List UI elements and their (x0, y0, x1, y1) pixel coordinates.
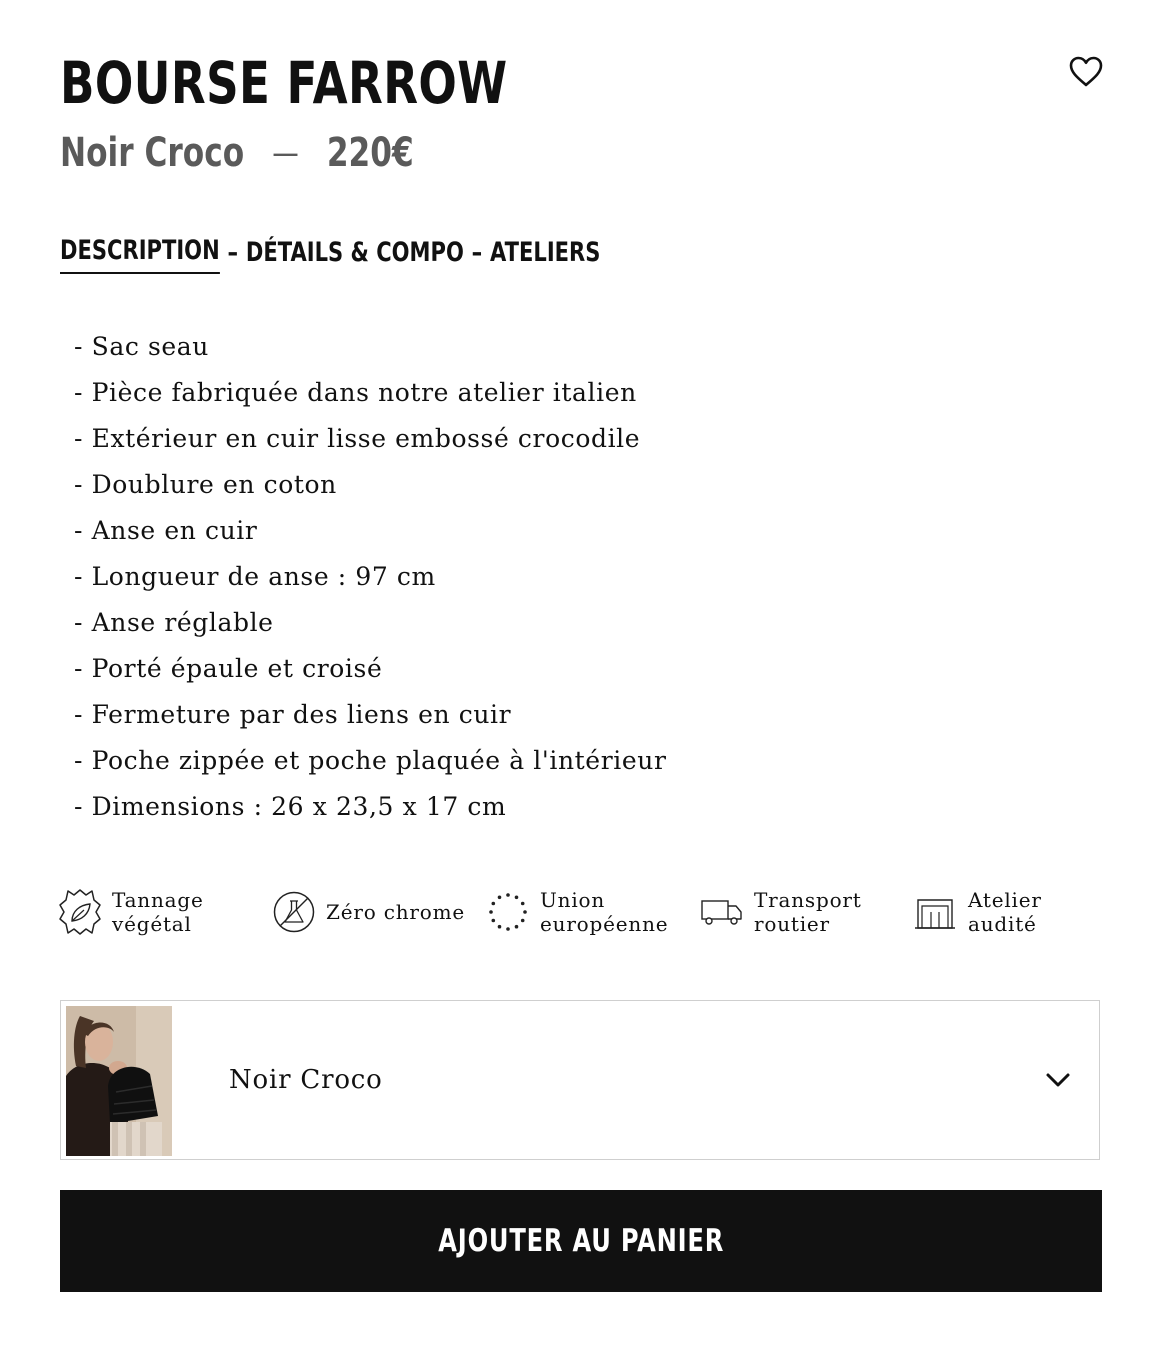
feature-badges: Tannage végétal Zéro chrome Union europé… (58, 884, 1118, 940)
feature-line: audité (968, 912, 1037, 936)
feature-line: Union (540, 888, 606, 912)
tab-description[interactable]: DESCRIPTION (60, 235, 220, 274)
feature-vegetable-tanning: Tannage végétal (58, 884, 204, 940)
tab-details-compo[interactable]: DÉTAILS & COMPO (246, 237, 464, 274)
feature-audited-workshop: Atelier audité (914, 884, 1042, 940)
description-item: - Poche zippée et poche plaquée à l'inté… (74, 746, 667, 775)
description-item: - Porté épaule et croisé (74, 654, 383, 683)
description-item: - Fermeture par des liens en cuir (74, 700, 512, 729)
description-item: - Dimensions : 26 x 23,5 x 17 cm (74, 792, 507, 821)
feature-line: européenne (540, 912, 669, 936)
eu-stars-icon (489, 893, 527, 931)
info-tabs: DESCRIPTION – DÉTAILS & COMPO – ATELIERS (60, 234, 600, 274)
add-to-cart-button[interactable]: AJOUTER AU PANIER (60, 1190, 1102, 1292)
leather-leaf-icon (59, 889, 101, 935)
variant-thumbnail (66, 1006, 172, 1156)
heart-icon[interactable] (1068, 54, 1104, 90)
description-item: - Longueur de anse : 97 cm (74, 562, 436, 591)
chevron-down-icon[interactable] (1045, 1069, 1071, 1091)
product-subline: Noir Croco — 220€ (60, 124, 414, 182)
description-list: - Sac seau - Pièce fabriquée dans notre … (74, 324, 667, 830)
tab-ateliers[interactable]: ATELIERS (490, 237, 600, 274)
price-separator: — (272, 133, 299, 173)
variant-selected-label: Noir Croco (229, 1065, 383, 1095)
description-item: - Pièce fabriquée dans notre atelier ita… (74, 378, 637, 407)
tab-separator: – (471, 237, 483, 268)
product-title: BOURSE FARROW (60, 49, 508, 117)
factory-icon (915, 899, 955, 929)
feature-line: Zéro chrome (326, 900, 465, 924)
description-item: - Sac seau (74, 332, 210, 361)
feature-line: routier (754, 912, 830, 936)
description-item: - Anse réglable (74, 608, 274, 637)
add-to-cart-label: AJOUTER AU PANIER (438, 1223, 724, 1259)
product-price: 220€ (326, 130, 414, 176)
zero-chrome-icon (273, 891, 315, 933)
tab-separator: – (227, 237, 239, 268)
feature-road-transport: Transport routier (700, 884, 862, 940)
truck-icon (701, 900, 742, 925)
description-item: - Doublure en coton (74, 470, 337, 499)
product-color: Noir Croco (60, 130, 245, 176)
variant-selector[interactable]: Noir Croco (60, 1000, 1100, 1160)
description-item: - Extérieur en cuir lisse embossé crocod… (74, 424, 641, 453)
feature-zero-chrome: Zéro chrome (272, 884, 465, 940)
feature-eu: Union européenne (486, 884, 668, 940)
description-item: - Anse en cuir (74, 516, 258, 545)
feature-line: Transport (754, 888, 862, 912)
feature-line: végétal (112, 912, 192, 936)
feature-line: Atelier (968, 888, 1042, 912)
feature-line: Tannage (112, 888, 204, 912)
product-photo (66, 1006, 172, 1156)
